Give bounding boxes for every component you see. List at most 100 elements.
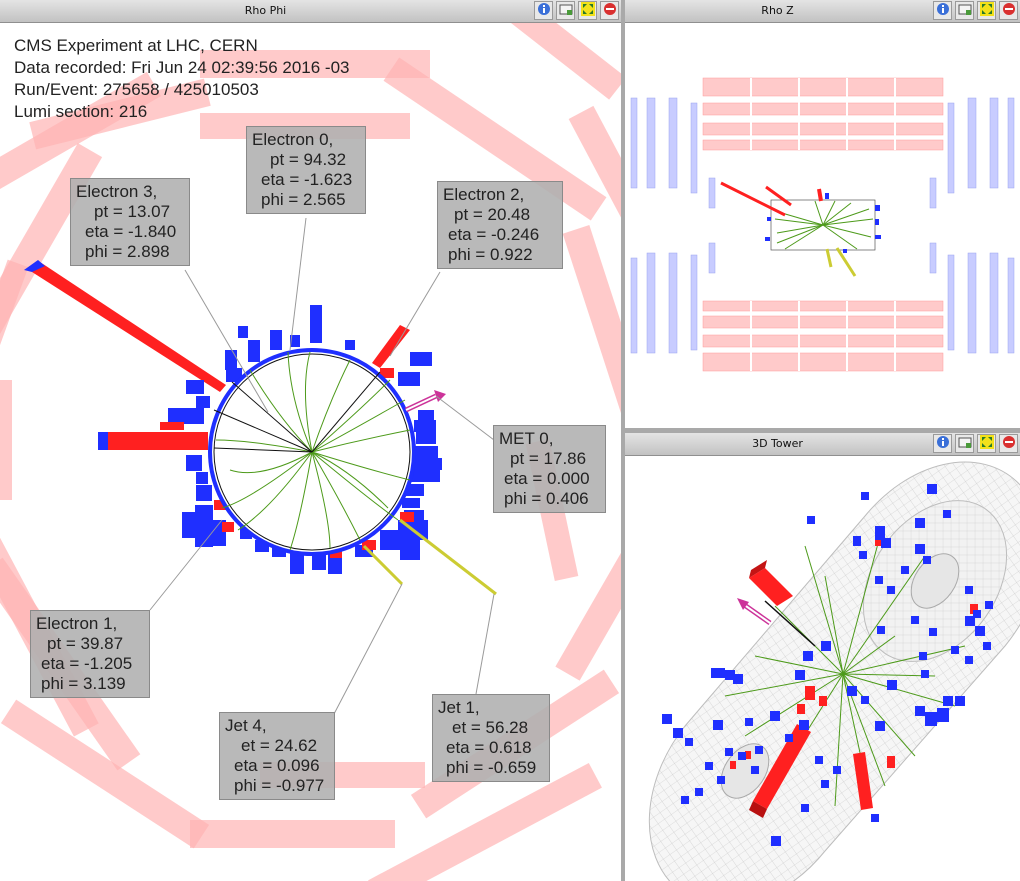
label-pt: pt = 20.48 <box>454 205 531 224</box>
hcal-tower <box>196 472 208 484</box>
rho-phi-panel[interactable]: Rho Phi CMS Experiment at LHC, CERN Data… <box>0 0 621 881</box>
ecal-tower <box>160 422 184 430</box>
close-button[interactable] <box>999 434 1018 453</box>
info-icon <box>537 1 551 20</box>
ecal-tower <box>106 432 208 450</box>
hcal-tower <box>196 396 210 408</box>
jet-4-label[interactable]: Jet 4, et = 24.62 eta = 0.096 phi = -0.9… <box>219 712 335 800</box>
label-pt: pt = 17.86 <box>510 449 587 468</box>
muon-chamber <box>0 380 12 500</box>
ecal-tower <box>222 522 234 532</box>
maximize-icon <box>580 1 595 20</box>
data-recorded: Data recorded: Fri Jun 24 02:39:56 2016 … <box>14 58 350 77</box>
hcal-tower <box>186 380 204 394</box>
close-button[interactable] <box>600 1 619 20</box>
hcal-tower <box>182 512 196 538</box>
maximize-icon <box>979 434 994 453</box>
rho-phi-title: Rho Phi <box>244 4 287 17</box>
label-pt: pt = 39.87 <box>47 634 124 653</box>
rho-z-electron <box>720 181 786 217</box>
rho-z-titlebar[interactable]: Rho Z <box>625 0 1020 23</box>
rho-z-canvas[interactable] <box>625 23 1020 428</box>
label-et: et = 56.28 <box>452 718 529 737</box>
camera-icon <box>559 1 573 20</box>
label-phi: phi = -0.977 <box>234 776 325 795</box>
close-button[interactable] <box>999 1 1018 20</box>
tower-3d-title: 3D Tower <box>752 437 803 450</box>
hcal-tower <box>168 408 204 424</box>
electron-2-label[interactable]: Electron 2, pt = 20.48 eta = -0.246 phi … <box>437 181 563 269</box>
close-icon <box>603 1 617 20</box>
muon-chamber <box>190 820 395 848</box>
run-event: Run/Event: 275658 / 425010503 <box>14 80 259 99</box>
label-phi: phi = 0.922 <box>448 245 533 264</box>
label-title: MET 0, <box>499 429 554 448</box>
hcal-tower <box>410 352 432 366</box>
undock-button[interactable] <box>977 434 996 453</box>
tower-3d-titlebar[interactable]: 3D Tower <box>625 433 1020 456</box>
tower-3d-canvas[interactable] <box>625 456 1020 881</box>
tower-3d-view[interactable] <box>625 456 1020 881</box>
hcal-tower <box>416 432 436 444</box>
label-pt: pt = 94.32 <box>270 150 347 169</box>
undock-button[interactable] <box>578 1 597 20</box>
leader-line <box>435 395 495 441</box>
electron-1-label[interactable]: Electron 1, pt = 39.87 eta = -1.205 phi … <box>30 610 150 698</box>
met-0-label[interactable]: MET 0, pt = 17.86 eta = 0.000 phi = 0.40… <box>493 425 606 513</box>
info-button[interactable] <box>933 434 952 453</box>
label-eta: eta = 0.000 <box>504 469 590 488</box>
snapshot-button[interactable] <box>556 1 575 20</box>
label-pt: pt = 13.07 <box>94 202 171 221</box>
electron-0-label[interactable]: Electron 0, pt = 94.32 eta = -1.623 phi … <box>246 126 366 214</box>
label-eta: eta = -1.205 <box>41 654 133 673</box>
muon-chamber <box>0 259 29 362</box>
tower-3d-panel[interactable]: 3D Tower <box>625 433 1020 881</box>
hcal-tower <box>414 446 438 458</box>
hcal-tower <box>310 305 322 343</box>
hcal-tower <box>414 420 436 432</box>
info-icon <box>936 434 950 453</box>
hcal-tower <box>98 432 108 450</box>
label-title: Electron 3, <box>76 182 158 201</box>
hcal-tower <box>402 498 420 508</box>
info-button[interactable] <box>534 1 553 20</box>
snapshot-button[interactable] <box>955 1 974 20</box>
met-arrow <box>404 390 446 413</box>
rho-z-view[interactable] <box>625 23 1020 428</box>
label-phi: phi = 2.898 <box>85 242 170 261</box>
label-title: Electron 0, <box>252 130 334 149</box>
label-et: et = 24.62 <box>241 736 318 755</box>
jet-4-line <box>362 544 404 586</box>
label-title: Electron 2, <box>443 185 525 204</box>
ecal-tower <box>32 262 226 392</box>
experiment-name: CMS Experiment at LHC, CERN <box>14 36 258 55</box>
calorimeter-cylinder <box>648 461 1020 881</box>
rho-z-panel[interactable]: Rho Z <box>625 0 1020 428</box>
snapshot-button[interactable] <box>955 434 974 453</box>
muon-chamber <box>443 23 621 100</box>
event-info: CMS Experiment at LHC, CERN Data recorde… <box>14 35 350 123</box>
rho-z-electron <box>817 188 823 202</box>
hcal-tower <box>195 505 213 547</box>
rho-phi-titlebar[interactable]: Rho Phi <box>0 0 621 23</box>
hcal-tower <box>400 540 420 560</box>
label-title: Jet 1, <box>438 698 480 717</box>
label-phi: phi = 0.406 <box>504 489 589 508</box>
lumi-section: Lumi section: 216 <box>14 102 148 121</box>
jet-1-label[interactable]: Jet 1, et = 56.28 eta = 0.618 phi = -0.6… <box>432 694 550 782</box>
label-eta: eta = -1.623 <box>261 170 353 189</box>
label-title: Jet 4, <box>225 716 267 735</box>
leader-line <box>389 271 441 357</box>
hcal-tower <box>398 372 420 386</box>
info-button[interactable] <box>933 1 952 20</box>
hcal-tower <box>414 458 442 470</box>
electron-3-label[interactable]: Electron 3, pt = 13.07 eta = -1.840 phi … <box>70 178 190 266</box>
label-title: Electron 1, <box>36 614 118 633</box>
label-phi: phi = 3.139 <box>41 674 126 693</box>
hcal-tower <box>186 455 202 471</box>
rho-phi-view[interactable]: CMS Experiment at LHC, CERN Data recorde… <box>0 23 621 881</box>
rho-z-jet <box>825 248 833 268</box>
undock-button[interactable] <box>977 1 996 20</box>
close-icon <box>1002 1 1016 20</box>
hcal-tower <box>248 340 260 362</box>
